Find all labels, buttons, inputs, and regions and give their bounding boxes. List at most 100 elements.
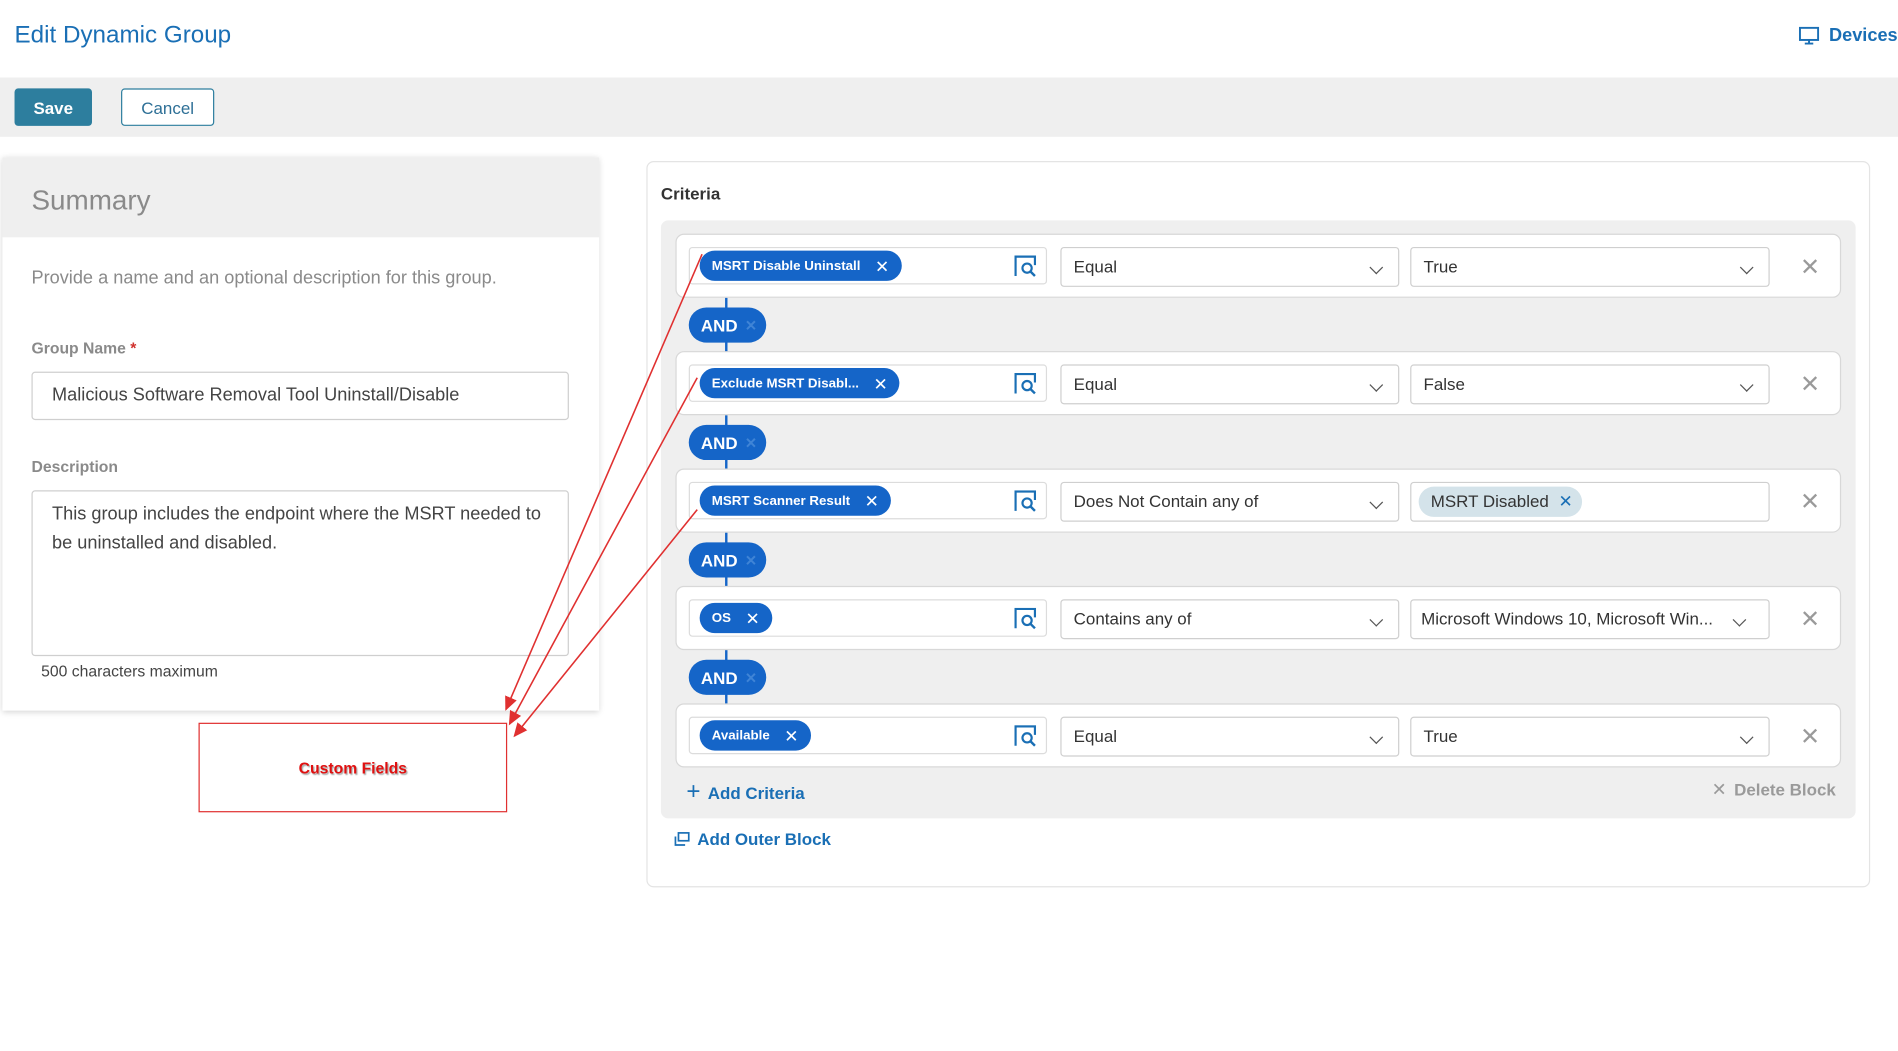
- field-chip[interactable]: Exclude MSRT Disabl... ✕: [699, 368, 900, 399]
- value-text: True: [1423, 256, 1458, 277]
- field-selector[interactable]: Exclude MSRT Disabl... ✕: [688, 364, 1048, 402]
- field-selector[interactable]: MSRT Disable Uninstall ✕: [688, 246, 1048, 285]
- field-lookup-icon[interactable]: [1014, 255, 1037, 277]
- field-chip[interactable]: MSRT Scanner Result ✕: [699, 485, 891, 516]
- add-outer-block-button[interactable]: Add Outer Block: [674, 829, 831, 849]
- field-chip[interactable]: MSRT Disable Uninstall ✕: [699, 250, 902, 281]
- criteria-row: Available ✕ Equal True ✕: [675, 703, 1842, 768]
- criteria-row: Exclude MSRT Disabl... ✕ Equal False ✕: [675, 351, 1842, 416]
- devices-label: Devices: [1829, 25, 1898, 47]
- value-tag[interactable]: MSRT Disabled ✕: [1418, 486, 1583, 517]
- page-title: Edit Dynamic Group: [14, 21, 232, 49]
- operator-dropdown[interactable]: Equal: [1060, 716, 1400, 757]
- group-name-label: Group Name *: [31, 339, 136, 357]
- close-icon[interactable]: ✕: [1559, 487, 1573, 517]
- field-lookup-icon[interactable]: [1014, 372, 1037, 395]
- close-icon[interactable]: ✕: [875, 257, 889, 274]
- chevron-down-icon: [1739, 730, 1754, 745]
- group-name-value: Malicious Software Removal Tool Uninstal…: [52, 384, 460, 406]
- criteria-title: Criteria: [660, 184, 721, 204]
- field-selector[interactable]: OS ✕: [688, 599, 1048, 637]
- add-block-icon: [674, 832, 690, 846]
- field-chip-label: Available: [711, 728, 770, 743]
- group-name-input[interactable]: Malicious Software Removal Tool Uninstal…: [31, 371, 569, 421]
- close-icon[interactable]: ✕: [745, 434, 757, 451]
- summary-title: Summary: [31, 184, 151, 216]
- and-connector[interactable]: AND ✕: [688, 542, 767, 578]
- chevron-down-icon: [1369, 378, 1384, 392]
- value-text: False: [1423, 374, 1465, 394]
- field-chip-label: OS: [711, 610, 732, 626]
- field-lookup-icon[interactable]: [1014, 490, 1037, 512]
- devices-link[interactable]: Devices: [1798, 25, 1898, 47]
- close-icon[interactable]: ✕: [745, 317, 757, 334]
- remove-criteria-icon[interactable]: ✕: [1800, 487, 1820, 517]
- delete-block-button[interactable]: ✕ Delete Block: [1711, 778, 1836, 801]
- and-connector[interactable]: AND ✕: [688, 659, 767, 695]
- field-selector[interactable]: MSRT Scanner Result ✕: [688, 481, 1048, 520]
- and-label: AND: [700, 550, 738, 570]
- chevron-down-icon: [1732, 612, 1747, 627]
- custom-fields-annotation-label: Custom Fields: [298, 759, 408, 778]
- summary-card: Summary Provide a name and an optional d…: [2, 157, 600, 711]
- field-lookup-icon[interactable]: [1014, 607, 1037, 630]
- save-button[interactable]: Save: [14, 88, 92, 126]
- plus-icon: +: [686, 778, 701, 806]
- remove-criteria-icon[interactable]: ✕: [1800, 369, 1820, 399]
- add-criteria-label: Add Criteria: [707, 782, 805, 803]
- value-dropdown[interactable]: True: [1410, 246, 1770, 287]
- monitor-icon: [1798, 26, 1820, 45]
- close-icon[interactable]: ✕: [746, 610, 760, 627]
- remove-criteria-icon[interactable]: ✕: [1800, 252, 1820, 282]
- remove-criteria-icon[interactable]: ✕: [1800, 722, 1820, 752]
- and-connector[interactable]: AND ✕: [688, 424, 767, 461]
- operator-dropdown[interactable]: Equal: [1060, 364, 1400, 405]
- add-criteria-button[interactable]: + Add Criteria: [686, 778, 804, 806]
- and-label: AND: [700, 432, 738, 453]
- value-dropdown[interactable]: True: [1410, 716, 1770, 757]
- close-icon[interactable]: ✕: [745, 669, 757, 686]
- close-icon: ✕: [1711, 779, 1727, 801]
- description-textarea[interactable]: This group includes the endpoint where t…: [31, 490, 569, 657]
- operator-value: Contains any of: [1073, 608, 1192, 629]
- value-dropdown[interactable]: Microsoft Windows 10, Microsoft Win...: [1410, 599, 1770, 640]
- field-selector[interactable]: Available ✕: [688, 716, 1048, 755]
- close-icon[interactable]: ✕: [874, 375, 888, 392]
- chevron-down-icon: [1369, 730, 1384, 745]
- remove-criteria-icon[interactable]: ✕: [1800, 604, 1820, 634]
- operator-dropdown[interactable]: Does Not Contain any of: [1060, 481, 1400, 522]
- char-limit-hint: 500 characters maximum: [41, 662, 218, 681]
- close-icon[interactable]: ✕: [745, 551, 757, 568]
- value-tag-label: MSRT Disabled: [1430, 491, 1549, 511]
- value-text: Microsoft Windows 10, Microsoft Win...: [1421, 608, 1714, 629]
- and-connector[interactable]: AND ✕: [688, 307, 767, 343]
- field-chip[interactable]: Available ✕: [699, 720, 811, 751]
- close-icon[interactable]: ✕: [784, 727, 798, 744]
- criteria-row: MSRT Scanner Result ✕ Does Not Contain an…: [675, 468, 1842, 533]
- description-value: This group includes the endpoint where t…: [52, 503, 541, 554]
- operator-value: Equal: [1073, 726, 1118, 746]
- operator-value: Equal: [1073, 374, 1118, 394]
- field-chip[interactable]: OS ✕: [699, 602, 772, 634]
- delete-block-label: Delete Block: [1734, 779, 1836, 799]
- required-mark: *: [130, 338, 137, 358]
- value-dropdown[interactable]: False: [1410, 364, 1770, 405]
- criteria-row: OS ✕ Contains any of Microsoft Windows 10…: [675, 585, 1842, 651]
- value-multiselect[interactable]: MSRT Disabled ✕: [1410, 481, 1770, 522]
- description-label: Description: [31, 457, 119, 476]
- field-chip-label: Exclude MSRT Disabl...: [711, 375, 859, 391]
- toolbar: [0, 77, 1898, 137]
- close-icon[interactable]: ✕: [865, 492, 879, 509]
- group-name-label-text: Group Name: [31, 338, 126, 358]
- operator-dropdown[interactable]: Equal: [1060, 246, 1400, 287]
- chevron-down-icon: [1369, 495, 1384, 510]
- field-chip-label: MSRT Scanner Result: [711, 493, 851, 508]
- criteria-row: MSRT Disable Uninstall ✕ Equal True ✕: [675, 233, 1842, 298]
- field-lookup-icon[interactable]: [1014, 725, 1037, 747]
- chevron-down-icon: [1739, 260, 1754, 275]
- chevron-down-icon: [1369, 260, 1384, 275]
- chevron-down-icon: [1739, 378, 1754, 392]
- cancel-button[interactable]: Cancel: [121, 88, 215, 126]
- and-label: AND: [700, 315, 738, 335]
- operator-dropdown[interactable]: Contains any of: [1060, 599, 1400, 640]
